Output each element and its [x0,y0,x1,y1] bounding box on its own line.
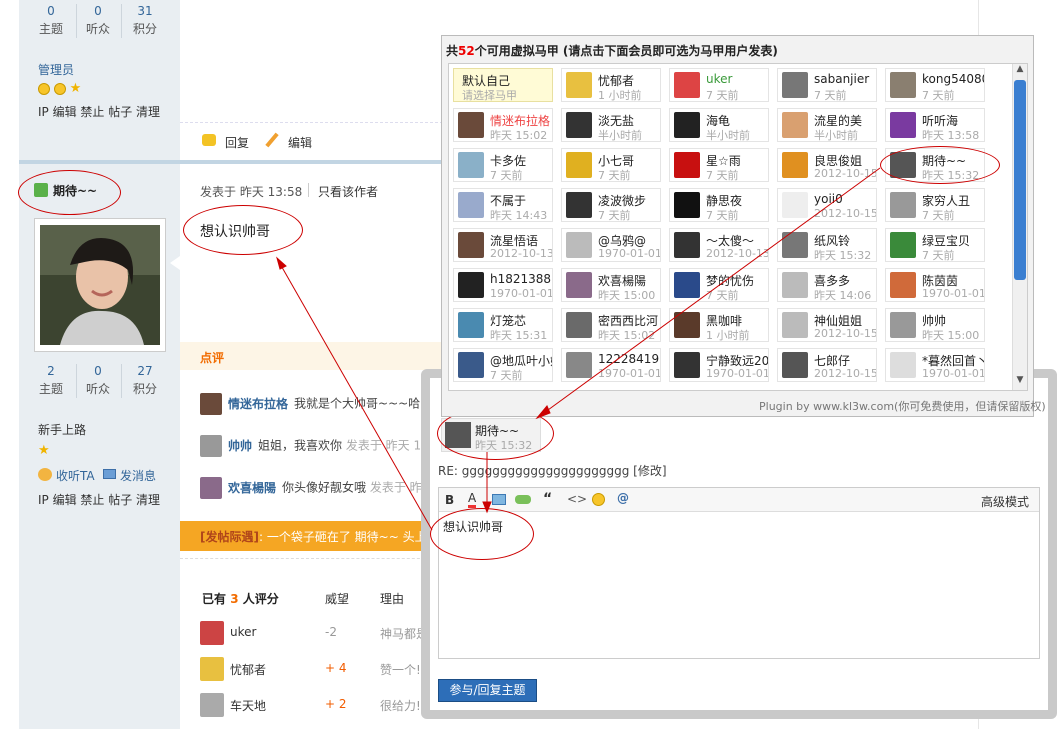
annotation-arrows [276,167,881,531]
